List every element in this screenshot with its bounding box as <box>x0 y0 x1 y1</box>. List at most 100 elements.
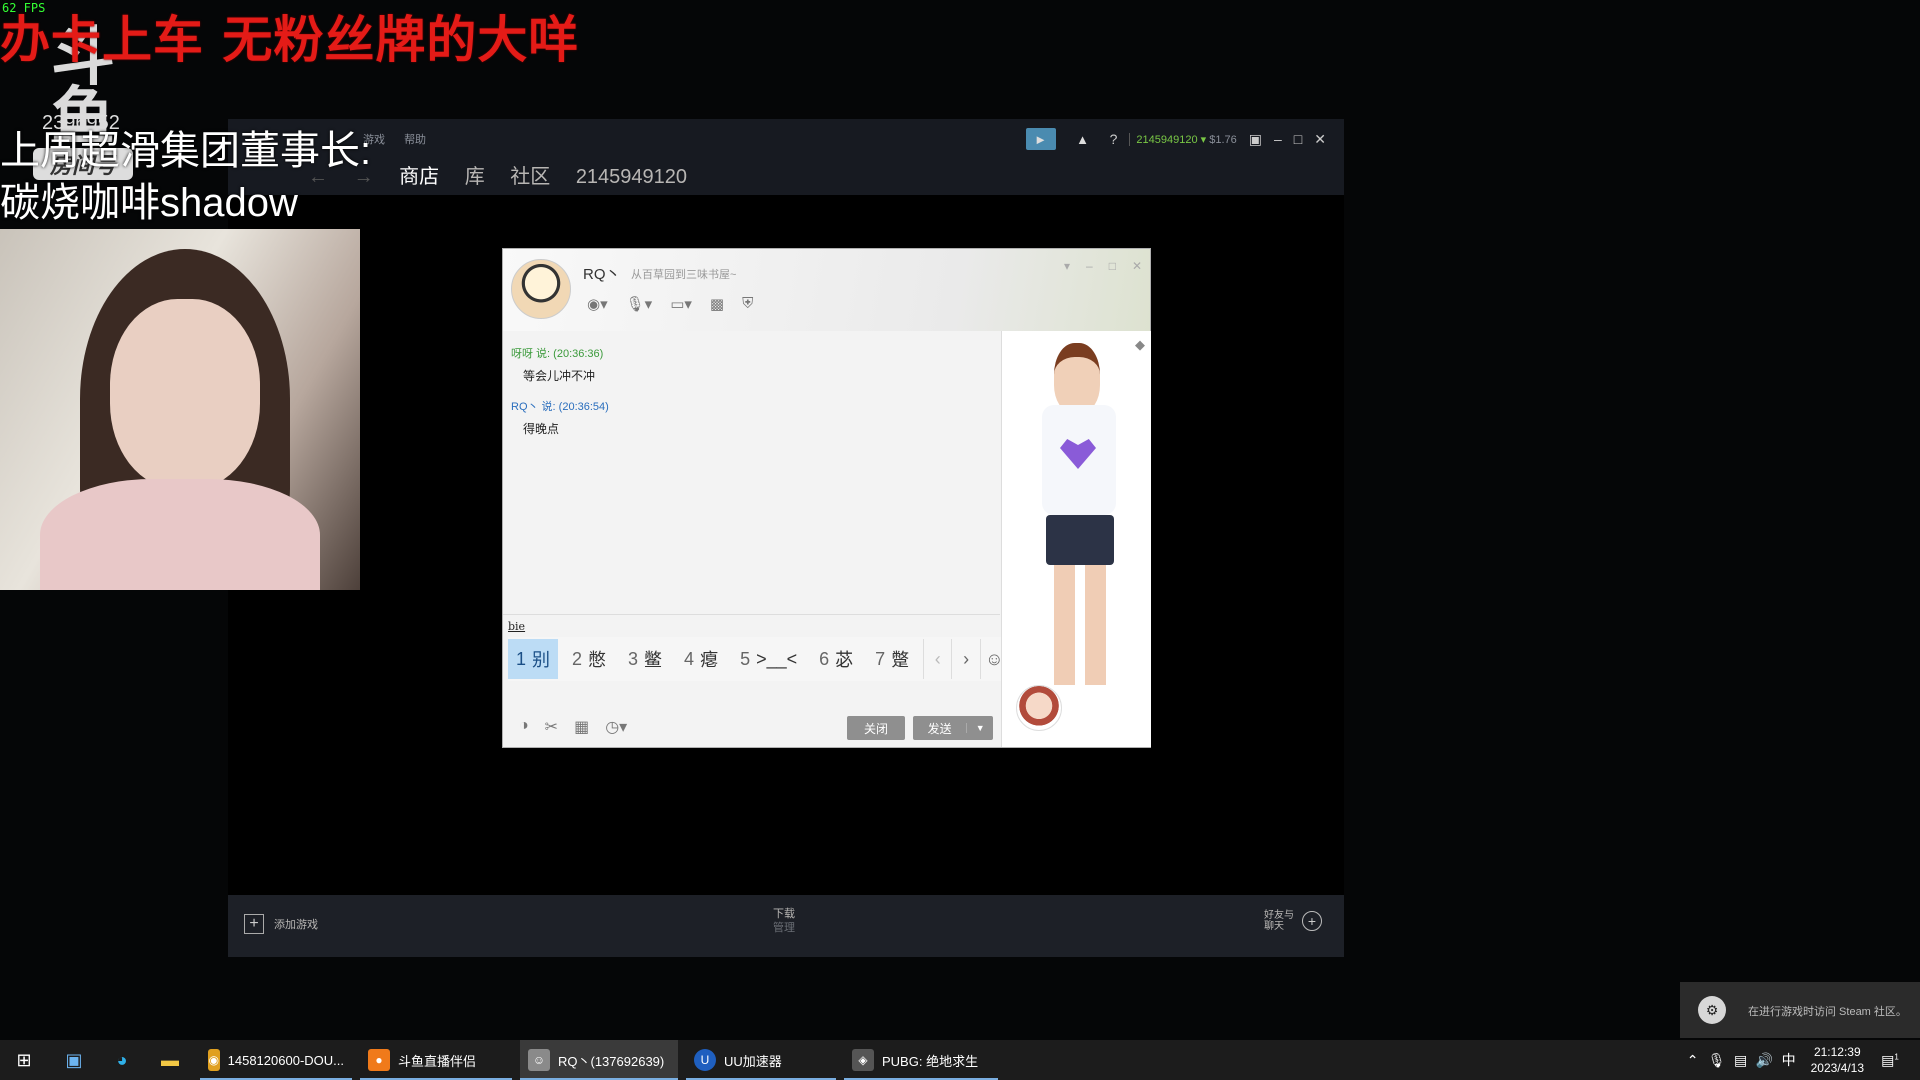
chat-close-button[interactable]: 关闭 <box>847 716 905 740</box>
stream-banner-text: 办卡上车 无粉丝牌的大咩 <box>0 11 580 69</box>
font-style-icon[interactable]: ◑ <box>519 717 529 737</box>
taskbar-app-qq-chat[interactable]: ☺ RQ丶(137692639) <box>520 1040 678 1080</box>
store-button[interactable]: ▣ <box>54 1040 94 1080</box>
security-shield-icon[interactable]: ⛨ <box>742 295 753 313</box>
message-header: RQ丶 说: (20:36:54) <box>511 401 609 413</box>
plus-icon: + <box>244 914 264 934</box>
taskbar-app-douyu-companion[interactable]: ● 斗鱼直播伴侣 <box>360 1040 512 1080</box>
friends-chat-button[interactable]: 好友与 聊天 + <box>1264 910 1322 932</box>
menu-help[interactable]: 帮助 <box>404 134 426 146</box>
big-picture-icon[interactable]: ▣ <box>1249 131 1262 148</box>
chat-header-toolbar: ◉▾ 🎙▾ ▭▾ ▩ ⛨ <box>587 295 753 313</box>
candidate-num: 7 <box>875 648 886 669</box>
nav-profile[interactable]: 2145949120 <box>576 166 687 188</box>
add-game-button[interactable]: + 添加游戏 <box>244 914 318 934</box>
microphone-icon[interactable]: 🎙 <box>1705 1052 1729 1069</box>
gift-icon[interactable]: ◆ <box>1135 337 1145 353</box>
notifications-button[interactable]: ▲ <box>1068 128 1098 150</box>
candidate-text: 瘪 <box>700 650 719 670</box>
ime-candidate-bar: 1别 2憋 3鳖 4瘪 5 >__< 6苾 7蹩 ‹ › ☺ <box>508 637 1008 681</box>
image-icon[interactable]: ▦ <box>574 717 589 737</box>
candidate-text: 苾 <box>835 650 854 670</box>
webcam-feed <box>0 229 360 590</box>
nav-store[interactable]: 商店 <box>399 166 439 188</box>
figure-legs <box>1054 565 1106 685</box>
chat-close-icon[interactable]: ✕ <box>1132 259 1142 273</box>
ime-candidate[interactable]: 7蹩 <box>867 639 917 679</box>
overlay-line-2: 碳烧咖啡shadow <box>0 181 298 225</box>
notification-text: 在进行游戏时访问 Steam 社区。 <box>1748 1006 1907 1018</box>
ime-candidate[interactable]: 2憋 <box>564 639 614 679</box>
taskbar-app-pubg[interactable]: ◈ PUBG: 绝地求生 <box>844 1040 998 1080</box>
chat-window-controls: ▾ – □ ✕ <box>1064 259 1142 273</box>
contact-name[interactable]: RQ丶 <box>583 263 621 284</box>
action-center-icon[interactable]: ▤1 <box>1878 1052 1902 1069</box>
ime-candidate[interactable]: 4瘪 <box>676 639 726 679</box>
contact-signature: 从百草园到三味书屋~ <box>631 269 737 281</box>
contact-avatar[interactable] <box>511 259 571 319</box>
taskbar-app-uu[interactable]: U UU加速器 <box>686 1040 836 1080</box>
nav-library[interactable]: 库 <box>465 166 485 188</box>
candidate-text: 憋 <box>588 650 607 670</box>
taskbar-app-label: 斗鱼直播伴侣 <box>398 1053 477 1069</box>
ime-candidate[interactable]: 3鳖 <box>620 639 670 679</box>
candidate-num: 4 <box>684 648 695 669</box>
ime-candidate[interactable]: 1别 <box>508 639 559 679</box>
candidate-text: 别 <box>532 650 551 670</box>
network-icon[interactable]: ▤ <box>1729 1052 1753 1069</box>
add-friend-icon: + <box>1302 911 1322 931</box>
ime-candidate[interactable]: 5 >__< <box>732 639 805 679</box>
windows-start-icon: ⊞ <box>16 1049 32 1070</box>
account-name: 2145949120 <box>1136 133 1198 146</box>
overlay-line-1: 上周超滑集团董事长: <box>0 129 372 173</box>
explorer-button[interactable]: ▬ <box>150 1040 190 1080</box>
taskbar-clock[interactable]: 21:12:39 2023/4/13 <box>1811 1044 1864 1076</box>
friends-label-1: 好友与 <box>1264 910 1294 921</box>
ime-pinyin: bie <box>508 620 526 633</box>
taskbar-app-label: UU加速器 <box>724 1053 782 1069</box>
help-button[interactable]: ? <box>1110 131 1118 147</box>
ime-next-page-icon[interactable]: › <box>951 639 979 679</box>
nav-community[interactable]: 社区 <box>510 166 550 188</box>
message-text: 等会儿冲不冲 <box>523 369 596 383</box>
account-menu[interactable]: 2145949120 ▾ $1.76 <box>1129 132 1237 146</box>
downloads-button[interactable]: 下载 管理 <box>773 907 795 935</box>
broadcast-button[interactable]: ► <box>1025 128 1056 150</box>
qq-show-avatar-figure <box>1036 339 1126 689</box>
history-clock-icon[interactable]: ◷▾ <box>605 717 627 737</box>
chevron-up-icon[interactable]: ⌃ <box>1681 1052 1705 1069</box>
message-text: 得晚点 <box>523 422 560 436</box>
ime-indicator[interactable]: 中 <box>1777 1050 1801 1070</box>
taskbar-app-label: 1458120600-DOU... <box>227 1052 344 1068</box>
maximize-icon[interactable]: □ <box>1294 131 1302 147</box>
self-mini-avatar[interactable] <box>1016 685 1062 731</box>
screenshot-scissors-icon[interactable]: ✂ <box>545 717 558 737</box>
ime-candidate[interactable]: 6苾 <box>811 639 861 679</box>
video-call-icon[interactable]: ◉▾ <box>587 295 608 313</box>
message-list: 呀呀 说: (20:36:36) 等会儿冲不冲 RQ丶 说: (20:36:54… <box>511 337 1001 607</box>
send-options-chevron-icon[interactable]: ▼ <box>966 723 993 733</box>
minimize-icon[interactable]: – <box>1274 131 1282 147</box>
candidate-text: 蹩 <box>891 650 910 670</box>
start-button[interactable]: ⊞ <box>0 1040 48 1080</box>
steam-toast-notification[interactable]: ⚙ 在进行游戏时访问 Steam 社区。 <box>1680 982 1920 1038</box>
ime-prev-page-icon[interactable]: ‹ <box>923 639 951 679</box>
file-transfer-icon[interactable]: ▭▾ <box>670 295 692 313</box>
webcam-person-shirt <box>40 479 320 590</box>
chat-maximize-icon[interactable]: □ <box>1109 259 1116 273</box>
friends-label-2: 聊天 <box>1264 921 1284 932</box>
taskbar-app-label: PUBG: 绝地求生 <box>882 1053 979 1069</box>
inbox-icon: ▲ <box>1076 131 1090 147</box>
edge-button[interactable]: ◕ <box>102 1040 142 1080</box>
send-button[interactable]: 发送 ▼ <box>913 716 993 740</box>
remote-desktop-icon[interactable]: ▩ <box>710 295 724 313</box>
volume-icon[interactable]: 🔊 <box>1753 1052 1777 1069</box>
taskbar-app-label: RQ丶(137692639) <box>558 1053 665 1069</box>
voice-call-icon[interactable]: 🎙▾ <box>626 295 653 313</box>
downloads-sub-label: 管理 <box>773 922 795 934</box>
taskbar-app-douyu-stream[interactable]: ◉ 1458120600-DOU... <box>200 1040 352 1080</box>
chevron-down-icon[interactable]: ▾ <box>1064 259 1070 273</box>
steam-menu: 游戏 帮助 <box>363 131 442 147</box>
chat-minimize-icon[interactable]: – <box>1086 259 1093 273</box>
close-icon[interactable]: ✕ <box>1314 131 1326 148</box>
